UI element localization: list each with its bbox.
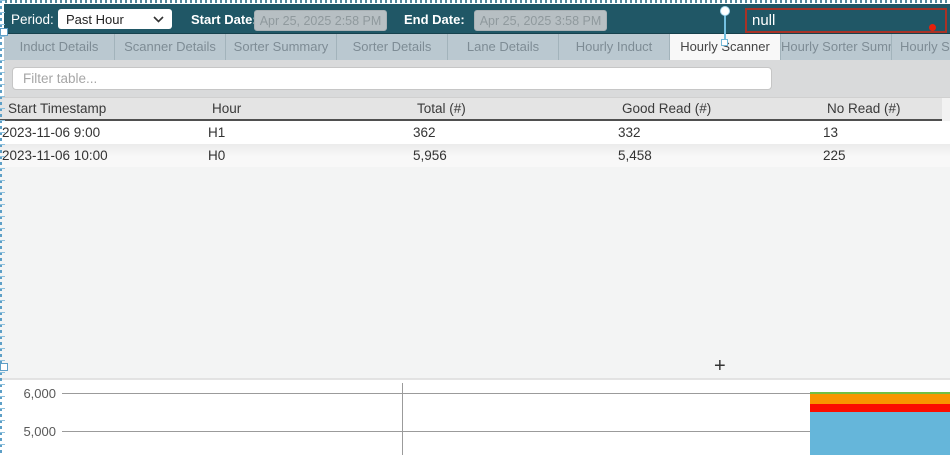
hourly-scanner-chart: 6,000 5,000 <box>0 379 950 455</box>
cell-good-read: 5,458 <box>615 144 820 167</box>
header-hour[interactable]: Hour <box>205 98 410 119</box>
connector-dot-handle[interactable] <box>721 7 729 15</box>
tab-hourly-induct[interactable]: Hourly Induct <box>559 34 670 60</box>
gridline-vertical <box>402 383 403 455</box>
expand-button[interactable]: + <box>714 356 726 376</box>
tab-bar: Induct Details Scanner Details Sorter Su… <box>4 34 950 60</box>
data-grid: Start Timestamp Hour Total (#) Good Read… <box>0 97 950 379</box>
y-axis-tick-label: 6,000 <box>8 386 56 401</box>
bar-segment-blue <box>810 412 950 455</box>
start-date-label: Start Date: <box>191 12 257 27</box>
header-start-timestamp[interactable]: Start Timestamp <box>0 98 205 119</box>
connector-square-handle[interactable] <box>721 39 728 46</box>
tab-lane-details[interactable]: Lane Details <box>448 34 559 60</box>
period-select-value: Past Hour <box>66 12 153 27</box>
y-axis-tick-label: 5,000 <box>8 424 56 439</box>
table-header-row: Start Timestamp Hour Total (#) Good Read… <box>0 97 950 121</box>
selection-dashed-border-top <box>0 0 950 3</box>
filter-input[interactable] <box>12 67 772 90</box>
stacked-bar <box>810 392 950 455</box>
header-no-read[interactable]: No Read (#) <box>820 98 950 119</box>
chevron-down-icon <box>153 16 164 23</box>
selection-connector[interactable] <box>716 6 734 46</box>
tab-hourly-sorter-details[interactable]: Hourly Sort <box>892 34 950 60</box>
cell-hour: H0 <box>205 144 410 167</box>
start-date-input[interactable] <box>254 10 387 31</box>
cell-hour: H1 <box>205 121 410 144</box>
error-dot-icon <box>929 24 936 31</box>
tab-sorter-summary[interactable]: Sorter Summary <box>226 34 337 60</box>
cell-no-read: 13 <box>820 121 950 144</box>
tab-scanner-details[interactable]: Scanner Details <box>115 34 226 60</box>
scrollbar-gutter <box>942 98 950 121</box>
tab-hourly-sorter-summary[interactable]: Hourly Sorter Summar <box>781 34 892 60</box>
cell-total: 5,956 <box>410 144 615 167</box>
cell-start-timestamp: 2023-11-06 10:00 <box>0 144 205 167</box>
filter-section <box>4 60 950 97</box>
tab-sorter-details[interactable]: Sorter Details <box>337 34 448 60</box>
header-good-read[interactable]: Good Read (#) <box>615 98 820 119</box>
cell-no-read: 225 <box>820 144 950 167</box>
end-date-input[interactable] <box>474 10 607 31</box>
cell-total: 362 <box>410 121 615 144</box>
bar-segment-orange <box>810 394 950 404</box>
period-label: Period: <box>11 12 54 27</box>
tab-induct-details[interactable]: Induct Details <box>4 34 115 60</box>
selection-handle-top[interactable] <box>0 28 8 36</box>
connector-line <box>724 12 726 41</box>
app-canvas: Period: Past Hour Start Date: End Date: … <box>0 0 950 455</box>
header-total[interactable]: Total (#) <box>410 98 615 119</box>
bar-segment-red <box>810 404 950 413</box>
end-date-label: End Date: <box>404 12 465 27</box>
cell-start-timestamp: 2023-11-06 9:00 <box>0 121 205 144</box>
period-select[interactable]: Past Hour <box>58 9 172 29</box>
table-row[interactable]: 2023-11-06 10:00 H0 5,956 5,458 225 <box>0 144 950 167</box>
cell-good-read: 332 <box>615 121 820 144</box>
table-row[interactable]: 2023-11-06 9:00 H1 362 332 13 <box>0 121 950 144</box>
null-value-overlay[interactable]: null <box>745 8 947 33</box>
selection-handle-bottom[interactable] <box>0 363 8 371</box>
null-overlay-text: null <box>752 12 775 29</box>
